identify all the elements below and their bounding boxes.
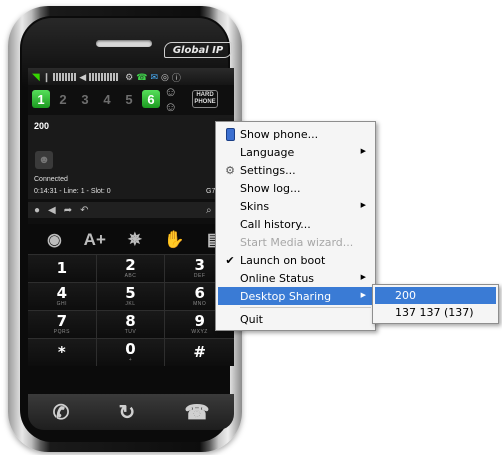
menu-item-label: Quit (240, 312, 263, 326)
menu-item-label: Desktop Sharing (240, 289, 332, 303)
hard-phone-button[interactable]: HARD PHONE (192, 90, 218, 108)
menu-item-label: Start Media wizard... (240, 235, 354, 249)
menu-item-label: Online Status (240, 271, 315, 285)
menu-item-skins[interactable]: Skins ▶ (218, 197, 373, 215)
submenu-arrow-icon: ▶ (360, 147, 366, 155)
submenu-item-137[interactable]: 137 137 (137) (375, 304, 496, 321)
phone-screen: ◥ ❙ ◀ ⚙ ☎ ✉ ◎ ⓘ 1 2 3 4 5 6 ☺☺ HARD PHON… (28, 68, 234, 224)
menu-item-launch-on-boot[interactable]: ✔ Launch on boot (218, 251, 373, 269)
menu-item-online-status[interactable]: Online Status ▶ (218, 269, 373, 287)
checkmark-icon: ✔ (225, 253, 235, 267)
menu-item-show-log[interactable]: Show log... (218, 179, 373, 197)
avatar: ☻ (35, 151, 53, 169)
key-5[interactable]: 5 JKL (96, 282, 166, 310)
redial-icon[interactable]: ↻ (119, 400, 136, 425)
call-icon[interactable]: ✆ (53, 400, 70, 425)
brightness-icon[interactable]: ✵ (128, 230, 142, 250)
submenu-arrow-icon: ▶ (360, 201, 366, 209)
mail-icon[interactable]: ✉ (150, 72, 158, 83)
menu-item-label: Call history... (240, 217, 311, 231)
submenu-item-200[interactable]: 200 (375, 287, 496, 304)
hold-hand-icon[interactable]: ✋ (164, 230, 185, 250)
desktop-sharing-submenu: 200 137 137 (137) (372, 284, 499, 324)
volume-up-icon[interactable]: A+ (84, 230, 106, 250)
line-1-button[interactable]: 1 (32, 90, 50, 108)
key-1[interactable]: 1 (28, 254, 97, 282)
menu-item-label: Language (240, 145, 295, 159)
earpiece-speaker (96, 40, 152, 47)
menu-item-start-media-wizard: Start Media wizard... (218, 233, 373, 251)
line-5-button[interactable]: 5 (120, 90, 138, 108)
settings-gear-icon[interactable]: ⚙ (125, 72, 133, 83)
menu-item-desktop-sharing[interactable]: Desktop Sharing ▶ (218, 287, 373, 305)
line-2-button[interactable]: 2 (54, 90, 72, 108)
call-controls: ● ◀ ➦ ↶ ⌕ ↻ (28, 202, 234, 218)
info-icon[interactable]: ⓘ (172, 71, 181, 84)
menu-item-label: Skins (240, 199, 270, 213)
menu-item-quit[interactable]: Quit (218, 310, 373, 328)
key-hash[interactable]: # (165, 338, 234, 366)
eye-icon[interactable]: ◉ (47, 230, 62, 250)
mute-icon[interactable]: ◀ (48, 205, 56, 216)
menu-item-label: Show log... (240, 181, 301, 195)
menu-item-call-history[interactable]: Call history... (218, 215, 373, 233)
speaker-icon[interactable]: ◀ (79, 72, 86, 83)
key-0[interactable]: 0 + (96, 338, 166, 366)
menu-item-language[interactable]: Language ▶ (218, 143, 373, 161)
dialpad: 1 2 ABC 3 DEF 4 GHI 5 JKL 6 MNO 7 PQRS 8 TUV 9W… (28, 254, 234, 394)
submenu-arrow-icon: ▶ (360, 291, 366, 299)
hangup-icon[interactable]: ☎ (184, 400, 209, 425)
record-icon[interactable]: ◎ (161, 72, 169, 83)
key-star[interactable]: * (28, 338, 97, 366)
mic-level-meter[interactable] (53, 73, 77, 81)
menu-separator (240, 307, 371, 308)
menu-item-settings[interactable]: ⚙ Settings... (218, 161, 373, 179)
menu-item-label: Launch on boot (240, 253, 326, 267)
dialed-number: 200 (34, 121, 50, 131)
call-display: 200 ☻ Connected 0:14:31 - Line: 1 - Slot… (28, 115, 234, 199)
speaker-level-meter[interactable] (89, 73, 119, 81)
contacts-icon[interactable]: ☺☺ (164, 84, 188, 114)
menu-item-show-phone[interactable]: Show phone... (218, 125, 373, 143)
zoom-icon[interactable]: ⌕ (206, 205, 212, 216)
menu-item-label: Settings... (240, 163, 296, 177)
call-info: 0:14:31 - Line: 1 - Slot: 0 (34, 188, 111, 195)
line-6-button[interactable]: 6 (142, 90, 160, 108)
context-menu: Show phone... Language ▶ ⚙ Settings... S… (215, 121, 376, 331)
key-7[interactable]: 7 PQRS (28, 310, 97, 338)
call-status-icon: ☎ (136, 71, 148, 82)
transfer-icon[interactable]: ➦ (64, 205, 72, 216)
microphone-icon[interactable]: ❙ (43, 72, 51, 83)
key-2[interactable]: 2 ABC (96, 254, 166, 282)
connection-status: Connected (34, 176, 68, 183)
phone-icon (223, 127, 237, 141)
brand-logo: Global IP (164, 42, 232, 58)
call-action-bar: ✆ ↻ ☎ (28, 394, 234, 430)
gear-icon: ⚙ (225, 163, 235, 177)
key-8[interactable]: 8 TUV (96, 310, 166, 338)
wifi-icon: ◥ (32, 71, 40, 83)
undo-icon[interactable]: ↶ (80, 205, 88, 216)
menu-item-label: Show phone... (240, 127, 319, 141)
key-4[interactable]: 4 GHI (28, 282, 97, 310)
feature-buttons: ◉ A+ ✵ ✋ ▤ (28, 226, 234, 254)
line-3-button[interactable]: 3 (76, 90, 94, 108)
record-call-icon[interactable]: ● (34, 205, 40, 216)
status-bar: ◥ ❙ ◀ ⚙ ☎ ✉ ◎ ⓘ (28, 69, 234, 85)
submenu-arrow-icon: ▶ (360, 273, 366, 281)
line-4-button[interactable]: 4 (98, 90, 116, 108)
line-selector: 1 2 3 4 5 6 ☺☺ HARD PHONE (28, 84, 234, 114)
